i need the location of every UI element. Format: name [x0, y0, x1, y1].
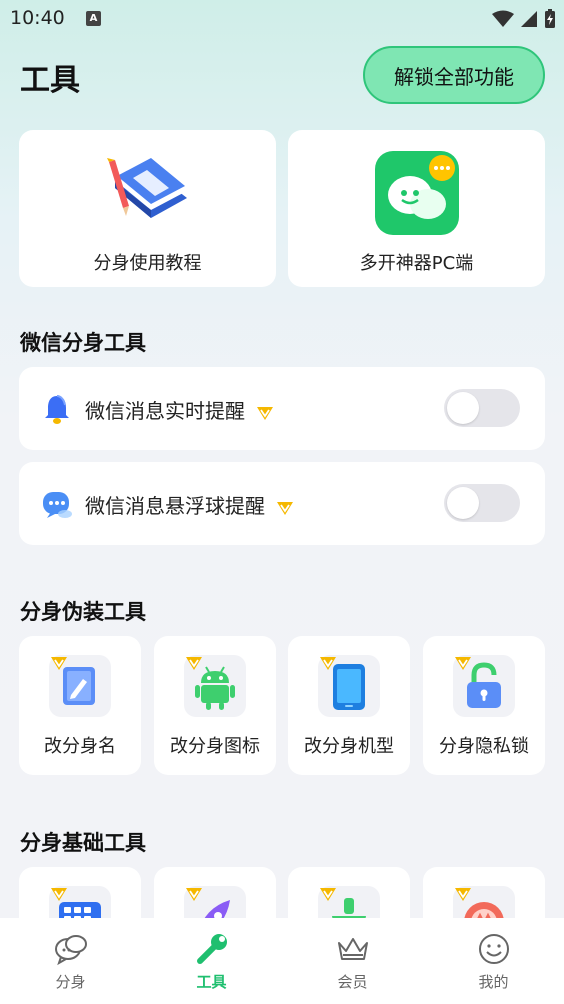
tile [49, 655, 111, 717]
tab-member-label: 会员 [337, 973, 368, 991]
signal-icon [521, 11, 537, 27]
tab-tools-label: 工具 [196, 973, 227, 991]
vip-icon [455, 657, 471, 670]
pc-client-label: 多开神器PC端 [359, 253, 474, 274]
bell-icon [45, 395, 69, 424]
chat-icon [54, 935, 87, 966]
tab-tools[interactable]: 工具 [141, 918, 282, 1004]
change-icon-label: 改分身图标 [170, 736, 260, 757]
tab-mine-label: 我的 [478, 973, 509, 991]
tab-clone[interactable]: 分身 [0, 918, 141, 1004]
rename-clone-card[interactable]: 改分身名 [19, 636, 141, 775]
vip-icon [320, 888, 336, 901]
realtime-alert-row: 微信消息实时提醒 [19, 367, 545, 450]
change-model-label: 改分身机型 [304, 736, 394, 757]
tile [453, 655, 515, 717]
realtime-alert-toggle[interactable] [444, 389, 520, 427]
status-icons [492, 9, 556, 29]
vip-icon [186, 657, 202, 670]
vip-icon [455, 888, 471, 901]
change-icon-card[interactable]: 改分身图标 [154, 636, 276, 775]
basic-section-title: 分身基础工具 [20, 831, 146, 855]
vip-icon [277, 501, 294, 515]
wechat-section-title: 微信分身工具 [20, 331, 146, 355]
toggle-knob [447, 487, 479, 519]
smile-icon [478, 934, 509, 964]
disguise-section-title: 分身伪装工具 [20, 600, 146, 624]
change-model-card[interactable]: 改分身机型 [288, 636, 410, 775]
floating-ball-row: 微信消息悬浮球提醒 [19, 462, 545, 545]
vip-icon [320, 657, 336, 670]
rename-clone-label: 改分身名 [44, 736, 116, 757]
realtime-alert-label: 微信消息实时提醒 [85, 395, 275, 424]
notification-icon: A [86, 11, 101, 26]
realtime-alert-text: 微信消息实时提醒 [85, 399, 245, 423]
vip-icon [51, 657, 67, 670]
privacy-lock-card[interactable]: 分身隐私锁 [423, 636, 545, 775]
tab-mine[interactable]: 我的 [423, 918, 564, 1004]
crown-icon [337, 938, 368, 960]
status-time: 10:40 [10, 7, 65, 29]
vip-icon [186, 888, 202, 901]
privacy-lock-label: 分身隐私锁 [439, 736, 529, 757]
chat-bubble-icon [43, 492, 72, 518]
chat-app-icon [374, 151, 459, 235]
book-icon [106, 158, 187, 218]
tutorial-card[interactable]: 分身使用教程 [19, 130, 276, 287]
floating-ball-text: 微信消息悬浮球提醒 [85, 494, 265, 518]
status-bar: 10:40 A [0, 0, 564, 38]
vip-icon [257, 406, 274, 420]
battery-icon [545, 9, 555, 28]
bottom-tab-bar: 分身 工具 会员 我的 [0, 918, 564, 1004]
tool-icon [196, 934, 227, 964]
toggle-knob [447, 392, 479, 424]
tab-clone-label: 分身 [55, 973, 86, 991]
unlock-all-button[interactable]: 解锁全部功能 [363, 46, 545, 104]
vip-icon [51, 888, 67, 901]
tutorial-label: 分身使用教程 [93, 253, 202, 274]
wifi-icon [492, 10, 514, 27]
page-title: 工具 [20, 63, 80, 98]
floating-ball-label: 微信消息悬浮球提醒 [85, 490, 295, 519]
tab-member[interactable]: 会员 [282, 918, 423, 1004]
pc-client-card[interactable]: 多开神器PC端 [288, 130, 545, 287]
floating-ball-toggle[interactable] [444, 484, 520, 522]
tile [184, 655, 246, 717]
tile [318, 655, 380, 717]
